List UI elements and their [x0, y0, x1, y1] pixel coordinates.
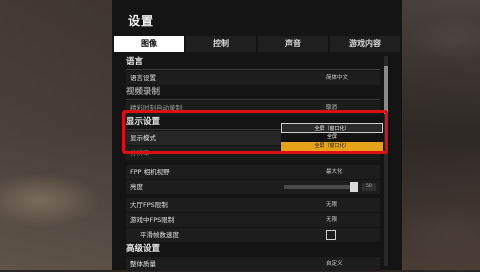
- row-language-setting[interactable]: 语言设置 简体中文: [126, 71, 380, 85]
- row-label: 语言设置: [130, 74, 156, 82]
- row-fpp-fov[interactable]: FPP 相机视野 最大化: [126, 165, 380, 179]
- row-value[interactable]: 简体中文: [326, 71, 348, 85]
- row-value[interactable]: 最大化: [326, 165, 343, 179]
- settings-tabs: 图像 控制 声音 游戏内容: [114, 36, 400, 52]
- row-lobby-fps[interactable]: 大厅FPS限制 无限: [126, 198, 380, 212]
- brightness-value[interactable]: 50: [362, 183, 376, 191]
- row-value[interactable]: 自定义: [326, 257, 343, 271]
- row-ingame-fps[interactable]: 游戏中FPS限制 无限: [126, 213, 380, 227]
- row-label: 大厅FPS限制: [130, 201, 168, 209]
- dropdown-option-fullscreen[interactable]: 全屏: [281, 133, 383, 142]
- section-video-record: 视频录制: [126, 86, 380, 100]
- tab-graphics[interactable]: 图像: [114, 36, 184, 52]
- background-right-blur: [400, 0, 480, 270]
- page-title: 设置: [128, 14, 155, 28]
- settings-scrollbar[interactable]: [384, 56, 388, 266]
- display-mode-dropdown[interactable]: 全屏（窗口化） 全屏 全屏（窗口化）: [281, 123, 383, 151]
- tab-controls[interactable]: 控制: [186, 36, 256, 52]
- tab-gameplay[interactable]: 游戏内容: [330, 36, 400, 52]
- row-label: 游戏中FPS限制: [130, 216, 175, 224]
- row-label: FPP 相机视野: [130, 168, 170, 176]
- settings-list: 语言 语言设置 简体中文 视频录制 精彩时刻自动录制 取消 显示设置 显示模式 …: [126, 56, 380, 272]
- row-label: 整体质量: [130, 260, 156, 268]
- scrollbar-thumb[interactable]: [384, 66, 388, 114]
- brightness-slider-track[interactable]: [284, 185, 354, 189]
- row-value[interactable]: 无限: [326, 213, 337, 227]
- row-brightness[interactable]: 亮度 50: [126, 180, 380, 194]
- row-value[interactable]: 无限: [326, 198, 337, 212]
- dropdown-option-fullscreen-windowed[interactable]: 全屏（窗口化）: [281, 142, 383, 151]
- background-left-blur: [0, 0, 120, 270]
- smoothing-checkbox[interactable]: [326, 230, 336, 240]
- dropdown-selected[interactable]: 全屏（窗口化）: [281, 123, 383, 133]
- section-language: 语言: [126, 56, 380, 70]
- row-label: 平滑帧数速度: [140, 231, 179, 239]
- row-label: 亮度: [130, 183, 143, 191]
- row-smoothing[interactable]: 平滑帧数速度: [126, 228, 380, 242]
- section-advanced: 高级设置: [126, 244, 161, 254]
- brightness-slider-thumb[interactable]: [350, 182, 358, 192]
- tab-sound[interactable]: 声音: [258, 36, 328, 52]
- row-overall-quality[interactable]: 整体质量 自定义: [126, 257, 380, 271]
